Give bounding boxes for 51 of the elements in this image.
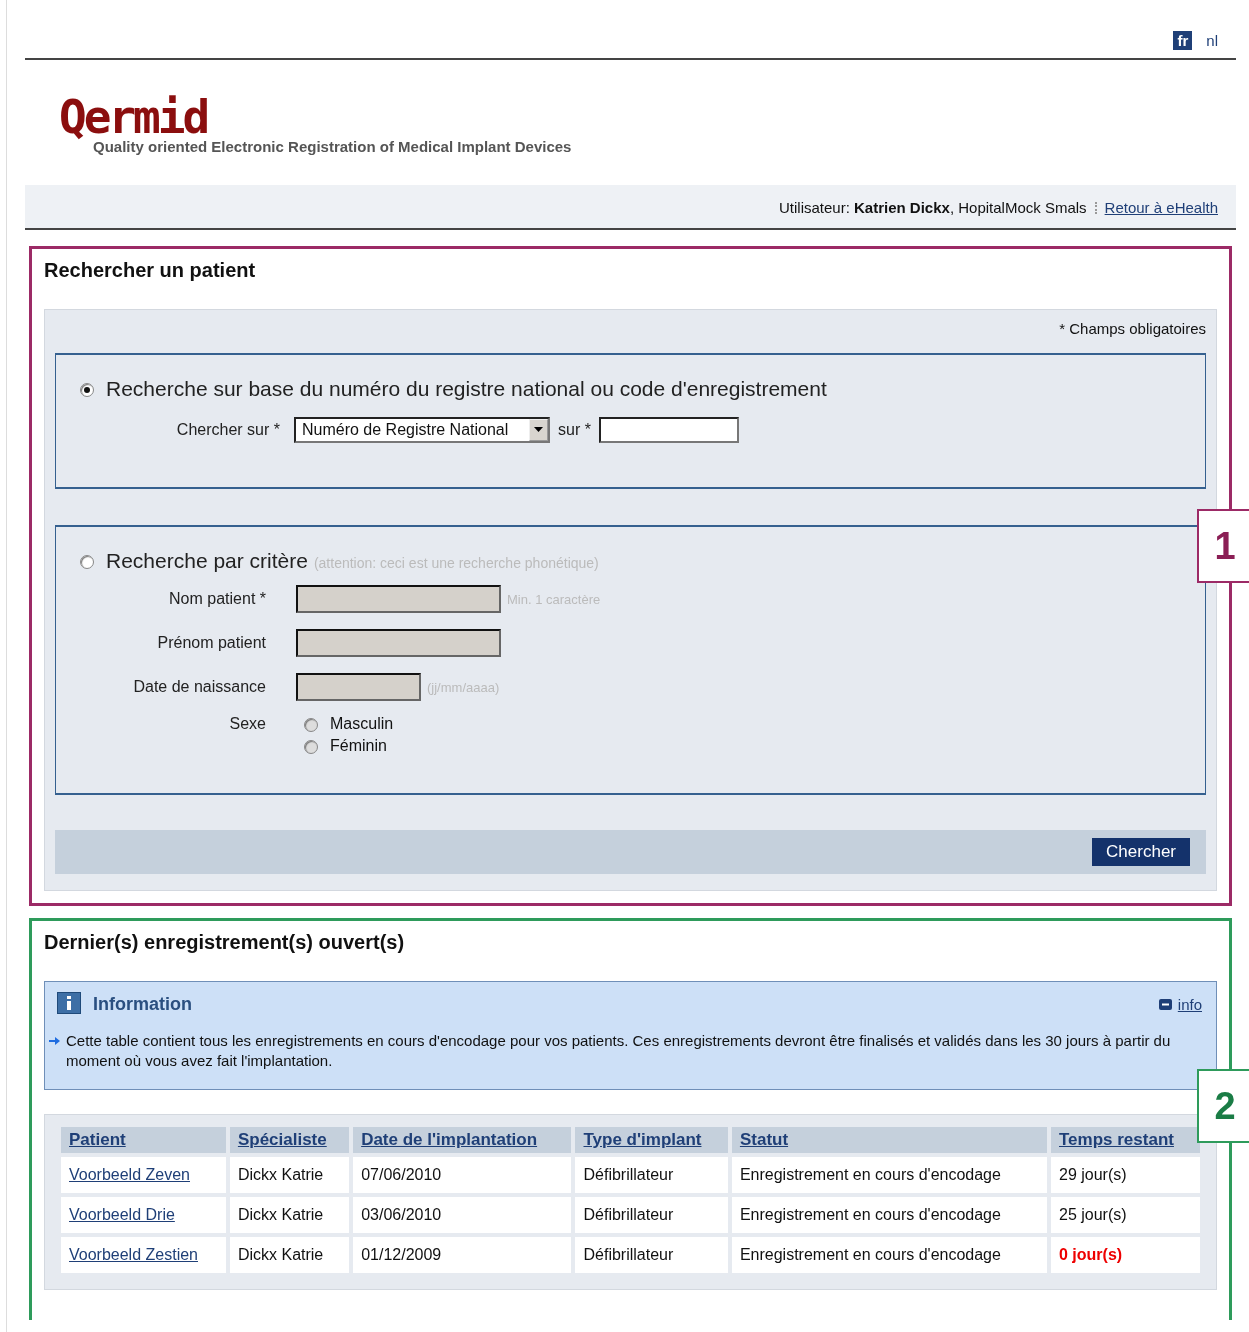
info-toggle-link[interactable]: info <box>1177 996 1202 1013</box>
radio-button[interactable] <box>80 555 94 569</box>
table-cell: Enregistrement en cours d'encodage <box>739 1246 1001 1263</box>
field-label: Chercher sur * <box>175 421 280 439</box>
info-text: Cette table contient tous les enregistrements en cours d'encodage pour vos patients. Ces enregistrements devront être finalisés et validés dans les 30 jours à partir du moment où vous avez fait l'implantation. <box>66 1031 1172 1071</box>
required-note: * Champs obligatoires <box>1059 320 1206 337</box>
table-cell: Dickx Katrie <box>237 1206 324 1223</box>
table-cell: Défibrillateur <box>583 1246 674 1263</box>
back-link[interactable]: Retour à eHealth <box>1104 199 1218 216</box>
radio-button[interactable] <box>304 718 318 732</box>
option-label: Féminin <box>330 737 387 755</box>
table-cell: Dickx Katrie <box>237 1246 324 1263</box>
field-label: sur * <box>558 421 591 439</box>
table-cell: Dickx Katrie <box>237 1166 324 1183</box>
option-label: Recherche sur base du numéro du registre national ou code d'enregistrement <box>106 377 827 401</box>
user-info: Utilisateur: Katrien Dickx, HopitalMock Smals <box>778 199 1087 216</box>
field-label: Date de naissance <box>132 678 266 696</box>
panel-title: Rechercher un patient <box>44 259 257 283</box>
option-label: Masculin <box>330 715 394 733</box>
language-link[interactable]: fr <box>1173 31 1193 50</box>
table-cell: Enregistrement en cours d'encodage <box>739 1206 1001 1223</box>
callout-number: 2 <box>1197 1069 1249 1143</box>
option-label: Recherche par critère <box>106 549 308 573</box>
caret-icon <box>529 419 548 441</box>
info-icon <box>57 992 81 1017</box>
radio-button[interactable] <box>80 383 94 397</box>
table-cell: Défibrillateur <box>583 1166 674 1183</box>
arrow-icon <box>49 1037 60 1045</box>
panel-title: Dernier(s) enregistrement(s) ouvert(s) <box>44 931 406 955</box>
field-label: Prénom patient <box>156 634 266 652</box>
field-label: Nom patient * <box>168 590 266 608</box>
search-input-field[interactable] <box>598 417 739 443</box>
logo-tagline: Quality oriented Electronic Registration of Medical Implant Devices <box>93 138 573 155</box>
radio-button[interactable] <box>304 740 318 754</box>
logo-wordmark: Qermid <box>59 94 209 140</box>
table-cell: 29 jour(s) <box>1059 1166 1127 1183</box>
language-link[interactable]: nl <box>1202 31 1222 50</box>
table-cell: 01/12/2009 <box>361 1246 442 1263</box>
collapse-icon[interactable] <box>1158 999 1172 1010</box>
search-button[interactable]: Chercher <box>1092 838 1190 866</box>
info-title: Information <box>93 994 192 1015</box>
field-label: Sexe <box>228 715 266 733</box>
column-header[interactable]: Statut <box>739 1130 789 1149</box>
table-cell: 07/06/2010 <box>361 1166 442 1183</box>
table-cell: 25 jour(s) <box>1059 1206 1127 1223</box>
table-cell: Enregistrement en cours d'encodage <box>739 1166 1001 1183</box>
table-cell: 0 jour(s) <box>1059 1246 1123 1263</box>
callout-number: 1 <box>1197 509 1249 583</box>
table-cell: 03/06/2010 <box>361 1206 442 1223</box>
table-cell: Défibrillateur <box>583 1206 674 1223</box>
search-type-dropdown[interactable]: Numéro de Registre National <box>294 417 550 443</box>
